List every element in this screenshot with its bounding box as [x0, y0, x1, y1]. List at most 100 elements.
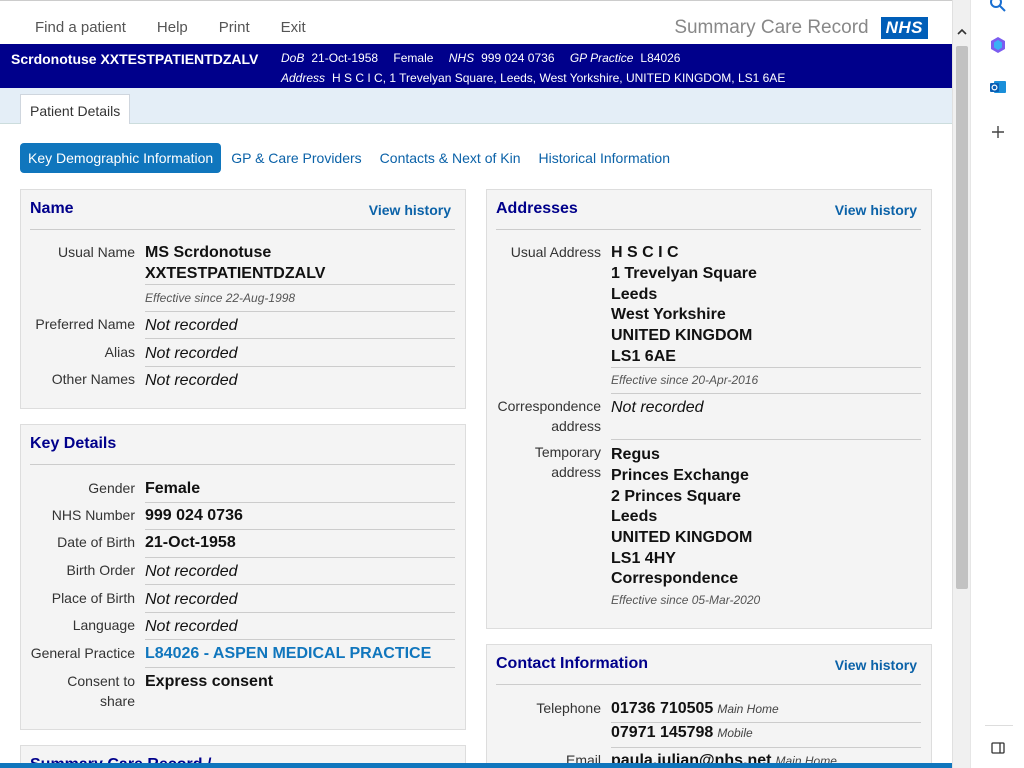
sub-navigation: Key Demographic Information GP & Care Pr… [20, 143, 688, 173]
top-menu: Find a patient Help Print Exit [35, 19, 337, 36]
general-practice-link[interactable]: L84026 - ASPEN MEDICAL PRACTICE [145, 643, 431, 664]
temporary-label-2: address [551, 464, 601, 480]
top-menu-bar: Find a patient Help Print Exit Summary C… [0, 0, 952, 44]
copilot-icon[interactable] [988, 35, 1008, 55]
nhs-number-value: 999 024 0736 [145, 507, 243, 524]
summary-care-record-panel: Summary Care Record / [20, 745, 466, 764]
consent-value: Express consent [145, 673, 274, 690]
correspondence-value: Not recorded [611, 399, 704, 416]
contact-information-title: Contact Information [496, 655, 648, 672]
gender-value: Female [145, 480, 201, 497]
subnav-historical-info[interactable]: Historical Information [539, 150, 671, 166]
address-label: Address [281, 71, 326, 85]
usual-address-line: 1 Trevelyan Square [611, 265, 757, 282]
consent-label-1: Consent to [67, 673, 135, 689]
birth-order-value: Not recorded [145, 563, 238, 580]
usual-name-effective: Effective since 22-Aug-1998 [145, 291, 296, 305]
find-patient-link[interactable]: Find a patient [35, 19, 126, 36]
usual-name-line2: XXTESTPATIENTDZALV [145, 265, 326, 282]
temporary-address-line: LS1 4HY [611, 550, 676, 567]
temporary-address-line: UNITED KINGDOM [611, 529, 753, 546]
subnav-gp-care-providers[interactable]: GP & Care Providers [231, 150, 361, 166]
search-icon[interactable] [988, 0, 1008, 14]
nhs-label: NHS [448, 51, 475, 65]
temporary-label-1: Temporary [534, 444, 601, 460]
alias-value: Not recorded [145, 345, 238, 362]
gp-practice-value: L84026 [640, 51, 681, 65]
preferred-name-value: Not recorded [145, 317, 238, 334]
temporary-address-effective: Effective since 05-Mar-2020 [611, 593, 761, 607]
plus-icon[interactable] [988, 122, 1008, 142]
nhs-number-label: NHS Number [51, 507, 135, 523]
exit-link[interactable]: Exit [281, 19, 306, 36]
dob-value: 21-Oct-1958 [145, 534, 236, 551]
name-panel-header: Name View history [30, 190, 455, 230]
email-value: paula.julian@nhs.net Main Home [611, 750, 837, 764]
preferred-name-label: Preferred Name [35, 316, 135, 332]
name-panel: Name View history Usual Name MS Scrdonot… [20, 189, 466, 409]
tab-strip: Patient Details [0, 88, 952, 125]
temporary-address-line: Leeds [611, 508, 658, 525]
phone-1-type: Main Home [717, 702, 779, 716]
usual-address-line: LS1 6AE [611, 348, 676, 365]
name-panel-title: Name [30, 200, 74, 217]
addresses-view-history-link[interactable]: View history [835, 202, 917, 218]
contact-information-header: Contact Information View history [496, 645, 921, 685]
temporary-address-line: Princes Exchange [611, 467, 749, 484]
scroll-up-arrow-icon[interactable] [956, 26, 968, 38]
outlook-icon[interactable] [988, 77, 1008, 97]
temporary-address-line: 2 Princes Square [611, 488, 741, 505]
name-view-history-link[interactable]: View history [369, 202, 451, 218]
other-names-label: Other Names [51, 371, 135, 387]
print-link[interactable]: Print [219, 19, 250, 36]
alias-label: Alias [104, 344, 135, 360]
addresses-panel: Addresses View history Usual Address H S… [486, 189, 932, 629]
contact-view-history-link[interactable]: View history [835, 657, 917, 673]
patient-banner: Scrdonotuse XXTESTPATIENTDZALV DoB 21-Oct… [0, 44, 952, 88]
app-title: Summary Care Record [674, 17, 869, 38]
banner-address-row: Address H S C I C, 1 Trevelyan Square, Le… [281, 71, 797, 85]
contact-information-panel: Contact Information View history Telepho… [486, 644, 932, 764]
phone-1-number: 01736 710505 [611, 700, 714, 717]
usual-address-line: UNITED KINGDOM [611, 327, 753, 344]
usual-address-line: West Yorkshire [611, 306, 726, 323]
dob-label: Date of Birth [57, 534, 135, 550]
address-value: H S C I C, 1 Trevelyan Square, Leeds, We… [332, 71, 786, 85]
correspondence-label-2: address [551, 418, 601, 434]
birth-order-label: Birth Order [66, 562, 135, 578]
scrollbar-thumb[interactable] [956, 46, 968, 589]
language-value: Not recorded [145, 618, 238, 635]
summary-care-record-header: Summary Care Record / [30, 746, 455, 764]
bottom-accent-bar [0, 763, 952, 768]
usual-address-line: H S C I C [611, 244, 679, 261]
nhs-logo: NHS [880, 17, 928, 39]
addresses-title: Addresses [496, 200, 578, 217]
dob-label: DoB [281, 51, 305, 65]
phone-1: 01736 710505 Main Home [611, 698, 779, 720]
key-details-panel: Key Details Gender Female NHS Number 999… [20, 424, 466, 730]
vertical-scrollbar[interactable] [952, 0, 970, 768]
tab-patient-details[interactable]: Patient Details [20, 94, 131, 125]
phone-2: 07971 145798 Mobile [611, 722, 753, 744]
help-link[interactable]: Help [157, 19, 188, 36]
browser-side-rail [970, 0, 1024, 768]
main-content: Key Demographic Information GP & Care Pr… [0, 124, 952, 764]
usual-name-line1: MS Scrdonotuse [145, 244, 272, 261]
subnav-contacts-next-of-kin[interactable]: Contacts & Next of Kin [380, 150, 521, 166]
subnav-key-demographic[interactable]: Key Demographic Information [20, 143, 222, 173]
consent-label-2: share [99, 693, 135, 709]
general-practice-label: General Practice [30, 645, 135, 661]
place-of-birth-value: Not recorded [145, 591, 238, 608]
language-label: Language [72, 617, 135, 633]
patient-name: Scrdonotuse XXTESTPATIENTDZALV [11, 51, 259, 67]
correspondence-label-1: Correspondence [497, 398, 601, 414]
usual-address-label: Usual Address [510, 244, 601, 260]
sidebar-toggle-icon[interactable] [988, 738, 1008, 758]
email-label: Email [565, 752, 601, 764]
addresses-header: Addresses View history [496, 190, 921, 230]
phone-2-type: Mobile [717, 726, 753, 740]
place-of-birth-label: Place of Birth [51, 590, 135, 606]
rail-divider [985, 725, 1013, 726]
brand: Summary Care Record NHS [674, 17, 928, 39]
temporary-address-line: Regus [611, 446, 660, 463]
